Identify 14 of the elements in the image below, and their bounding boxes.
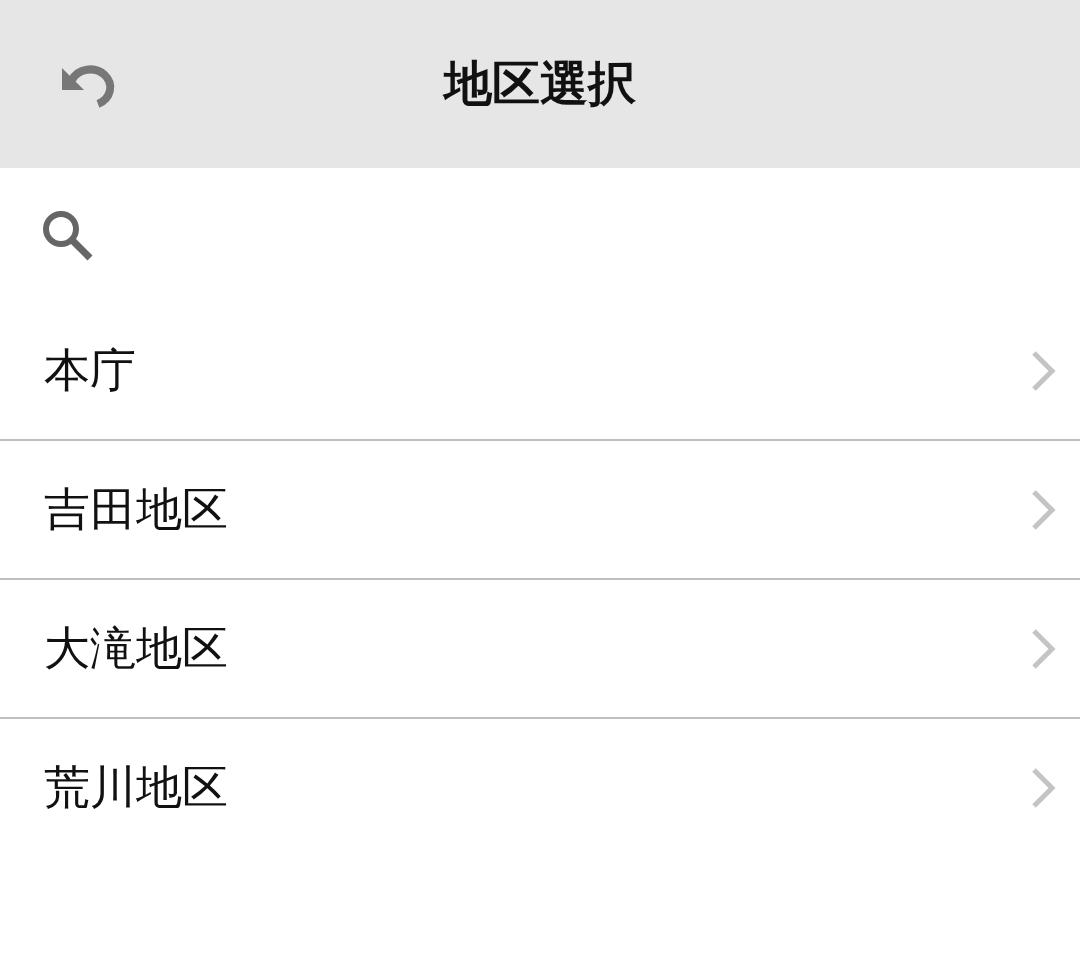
chevron-icon: [1030, 765, 1058, 810]
district-item[interactable]: 大滝地区: [0, 580, 1080, 719]
chevron-icon: [1030, 487, 1058, 532]
district-label: 荒川地区: [44, 758, 228, 816]
search-icon[interactable]: [40, 208, 94, 262]
district-label: 本庁: [44, 341, 136, 399]
screen-title: 地区選択: [444, 54, 636, 113]
district-item[interactable]: 荒川地区: [0, 719, 1080, 856]
district-item[interactable]: 本庁: [0, 302, 1080, 441]
chevron-icon: [1030, 626, 1058, 671]
district-item[interactable]: 吉田地区: [0, 441, 1080, 580]
district-label: 大滝地区: [44, 619, 228, 677]
district-label: 吉田地区: [44, 480, 228, 538]
chevron-icon: [1030, 348, 1058, 393]
